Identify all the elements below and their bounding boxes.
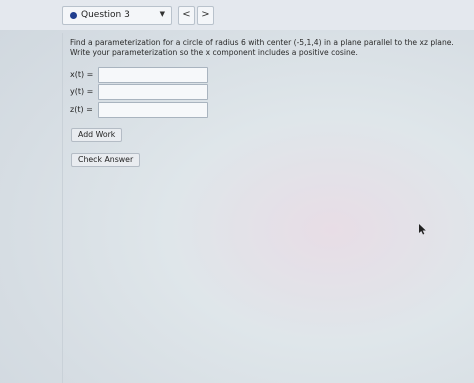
z-label: z(t) = [70, 105, 93, 114]
x-label: x(t) = [70, 70, 94, 79]
status-dot-icon [70, 12, 77, 19]
question-label: Question 3 [81, 10, 130, 20]
y-answer-input[interactable] [98, 84, 208, 100]
question-toolbar: Question 3 ▼ < > [0, 0, 474, 30]
question-text: Find a parameterization for a circle of … [70, 38, 454, 57]
question-content: Find a parameterization for a circle of … [62, 33, 474, 383]
x-answer-input[interactable] [98, 67, 208, 83]
chevron-right-icon: > [201, 9, 210, 20]
chevron-left-icon: < [182, 9, 191, 20]
add-work-button[interactable]: Add Work [71, 128, 123, 142]
z-answer-input[interactable] [98, 102, 208, 118]
next-question-button[interactable]: > [197, 6, 214, 25]
y-label: y(t) = [70, 87, 94, 96]
caret-down-icon: ▼ [159, 10, 165, 18]
check-answer-button[interactable]: Check Answer [71, 153, 141, 167]
mouse-pointer-icon [419, 224, 426, 235]
previous-question-button[interactable]: < [178, 6, 195, 25]
question-selector[interactable]: Question 3 ▼ [62, 6, 172, 25]
